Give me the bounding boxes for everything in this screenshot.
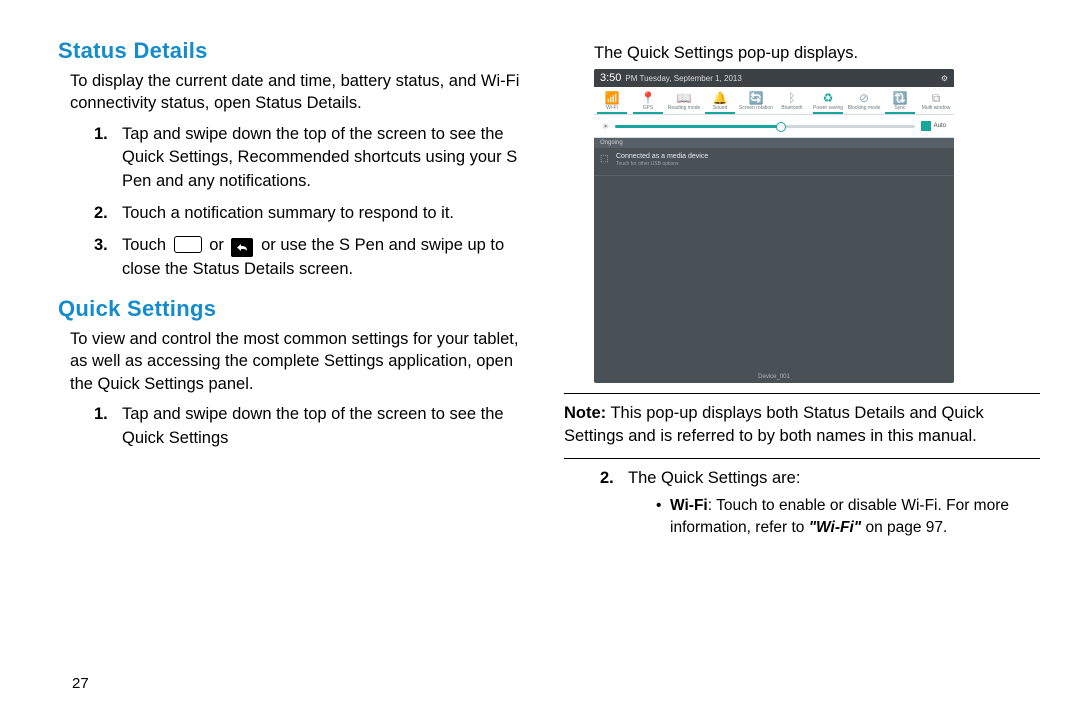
intro-quick-settings: To view and control the most common sett… xyxy=(70,328,534,395)
steps-quick-settings-cont: 2.The Quick Settings are: Wi-Fi: Touch t… xyxy=(564,467,1040,538)
notification-area: Ongoing Connected as a media device Touc… xyxy=(594,138,954,383)
qs-toggle: ⧉Multi window xyxy=(918,87,954,114)
divider-bottom xyxy=(564,458,1040,459)
step-2: 2.Touch a notification summary to respon… xyxy=(100,202,534,226)
qs-toggle-icon: 🔄 xyxy=(738,91,774,105)
status-time: 3:50 xyxy=(600,72,621,84)
intro-status-details: To display the current date and time, ba… xyxy=(70,70,534,115)
qs-toggle-label: Sound xyxy=(713,105,727,111)
bullet-tail: on page 97. xyxy=(861,519,947,536)
note-paragraph: Note: This pop-up displays both Status D… xyxy=(564,402,1040,448)
settings-gear-icon: ⚙ xyxy=(941,74,948,83)
step-1: 1.Tap and swipe down the top of the scre… xyxy=(100,123,534,195)
bullet-label: Wi-Fi xyxy=(670,497,708,514)
qs-toggle-label: Blocking mode xyxy=(848,105,881,111)
step-text: The Quick Settings are: xyxy=(628,469,800,487)
page-number: 27 xyxy=(72,675,89,692)
qs-toggle: 📍GPS xyxy=(630,87,666,114)
qs-toggle: 📖Reading mode xyxy=(666,87,702,114)
qs-toggle-label: Screen rotation xyxy=(739,105,773,111)
qs-toggle: ♻Power saving xyxy=(810,87,846,114)
qs-toggle-icon: 📖 xyxy=(666,91,702,105)
quick-settings-screenshot: 3:50 PM Tuesday, September 1, 2013 ⚙ 📶Wi… xyxy=(594,69,954,383)
notification-title: Connected as a media device xyxy=(616,153,708,160)
carrier-label: Device_001 xyxy=(594,371,954,383)
heading-status-details: Status Details xyxy=(58,38,534,64)
notification-item: Connected as a media device Touch for ot… xyxy=(594,148,954,176)
qs-toggle-label: Reading mode xyxy=(668,105,701,111)
qs-toggle-label: Wi-Fi xyxy=(606,105,618,111)
brightness-slider xyxy=(615,125,914,128)
step-3: 3. Touch or or use the S Pen and swipe u… xyxy=(100,234,534,282)
quick-toggles-row: 📶Wi-Fi📍GPS📖Reading mode🔔Sound🔄Screen rot… xyxy=(594,87,954,115)
step-text: Touch a notification summary to respond … xyxy=(122,204,454,222)
status-bar: 3:50 PM Tuesday, September 1, 2013 ⚙ xyxy=(594,69,954,87)
qs-toggle-icon: ♻ xyxy=(810,91,846,105)
qs-toggle-icon: 📶 xyxy=(594,91,630,105)
qs-toggle-icon: ⧉ xyxy=(918,91,954,105)
left-column: Status Details To display the current da… xyxy=(30,38,534,700)
qs-toggle: ⊘Blocking mode xyxy=(846,87,882,114)
qs-toggle-label: Bluetooth xyxy=(781,105,802,111)
quick-settings-bullets: Wi-Fi: Touch to enable or disable Wi-Fi.… xyxy=(628,495,1040,538)
qs-toggle: 🔃Sync xyxy=(882,87,918,114)
heading-quick-settings: Quick Settings xyxy=(58,296,534,322)
step-text: Tap and swipe down the top of the screen… xyxy=(122,405,504,447)
qs-toggle-label: Power saving xyxy=(813,105,843,111)
step-1: 1.Tap and swipe down the top of the scre… xyxy=(100,403,534,451)
qs-toggle: 🔔Sound xyxy=(702,87,738,114)
note-text: This pop-up displays both Status Details… xyxy=(564,404,984,445)
qs-toggle-label: GPS xyxy=(643,105,654,111)
qs-toggle-label: Multi window xyxy=(922,105,951,111)
qs-toggle: ᛒBluetooth xyxy=(774,87,810,114)
brightness-auto: Auto xyxy=(921,121,946,131)
steps-status-details: 1.Tap and swipe down the top of the scre… xyxy=(58,123,534,283)
qs-toggle-label: Sync xyxy=(894,105,905,111)
brightness-icon: ☀ xyxy=(602,122,609,131)
qs-toggle-icon: ᛒ xyxy=(774,91,810,105)
qs-toggle: 🔄Screen rotation xyxy=(738,87,774,114)
divider-top xyxy=(564,393,1040,394)
qs-toggle: 📶Wi-Fi xyxy=(594,87,630,114)
bullet-ref: "Wi-Fi" xyxy=(809,519,861,536)
steps-quick-settings: 1.Tap and swipe down the top of the scre… xyxy=(58,403,534,451)
qs-toggle-icon: 📍 xyxy=(630,91,666,105)
bullet-wifi: Wi-Fi: Touch to enable or disable Wi-Fi.… xyxy=(656,495,1040,538)
qs-toggle-icon: 🔔 xyxy=(702,91,738,105)
notification-subtitle: Touch for other USB options xyxy=(616,161,948,167)
screenshot-caption: The Quick Settings pop-up displays. xyxy=(594,44,1040,63)
step-2: 2.The Quick Settings are: Wi-Fi: Touch t… xyxy=(606,467,1040,538)
note-label: Note: xyxy=(564,404,606,422)
qs-toggle-icon: 🔃 xyxy=(882,91,918,105)
qs-toggle-icon: ⊘ xyxy=(846,91,882,105)
status-date: PM Tuesday, September 1, 2013 xyxy=(625,74,741,83)
step-text-mid: or xyxy=(209,236,228,254)
brightness-row: ☀ Auto xyxy=(594,115,954,138)
notification-header: Ongoing xyxy=(594,138,954,148)
back-icon xyxy=(231,238,253,257)
home-rect-icon xyxy=(174,236,202,253)
right-column: The Quick Settings pop-up displays. 3:50… xyxy=(564,38,1050,700)
step-text: Tap and swipe down the top of the screen… xyxy=(122,125,517,191)
step-text-pre: Touch xyxy=(122,236,171,254)
